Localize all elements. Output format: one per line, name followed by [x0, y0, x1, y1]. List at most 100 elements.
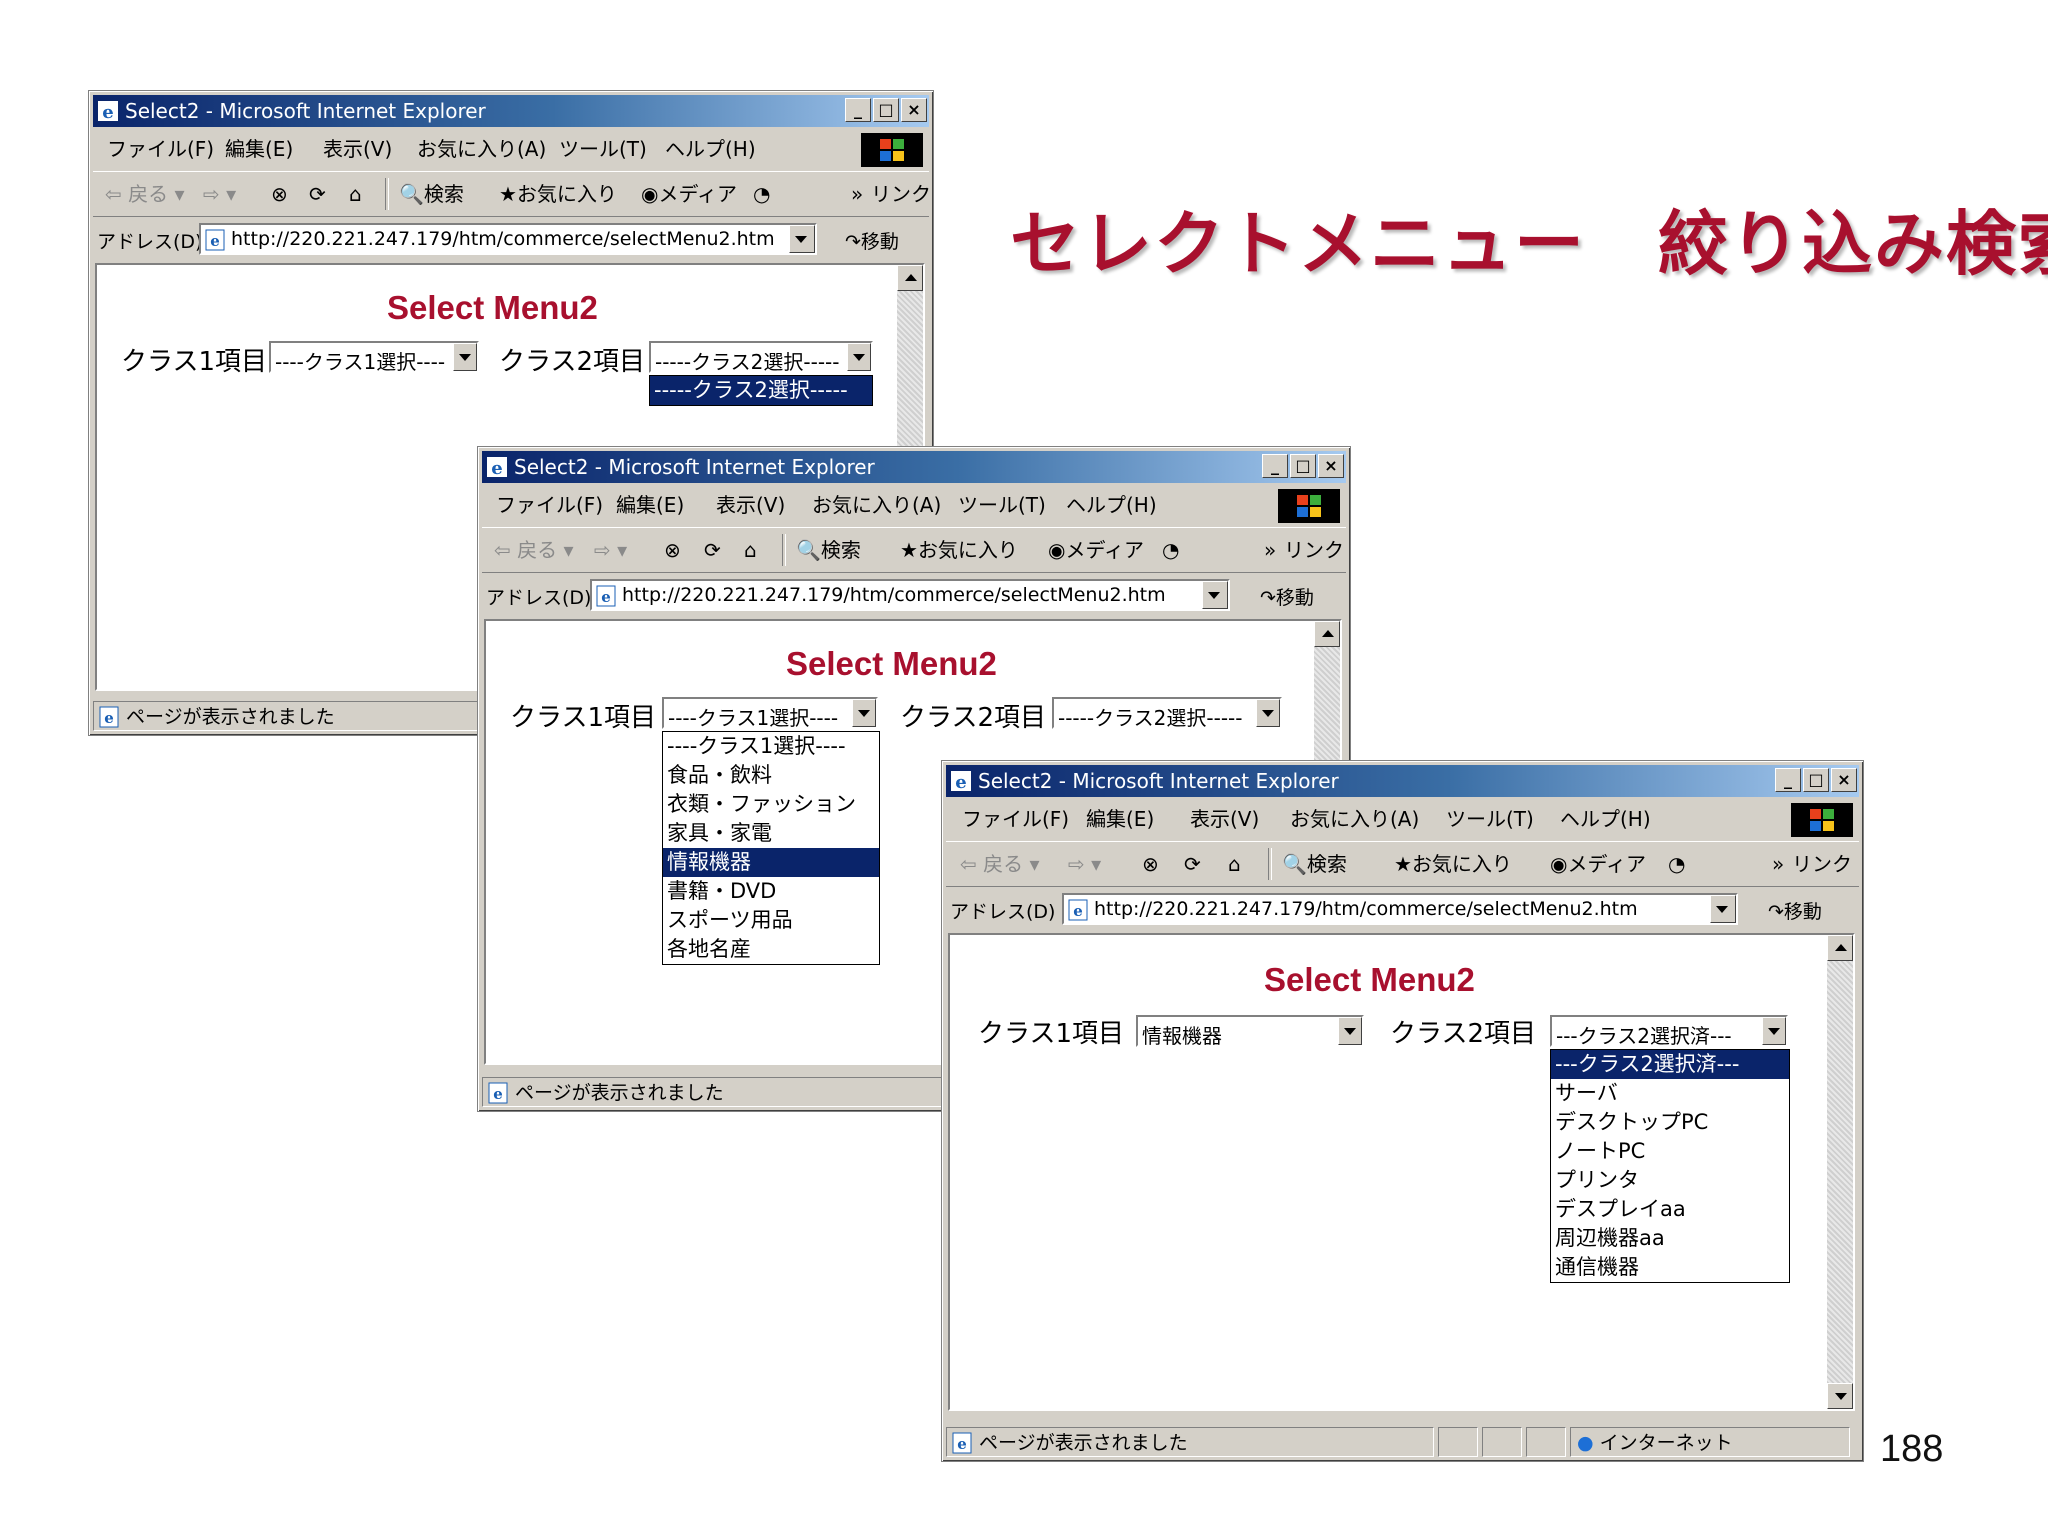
- menu-file[interactable]: ファイル(F): [496, 487, 603, 523]
- address-dropdown-button[interactable]: [1202, 581, 1228, 609]
- menu-help[interactable]: ヘルプ(H): [665, 131, 756, 167]
- links-chevron[interactable]: »: [851, 180, 863, 208]
- menu-tools[interactable]: ツール(T): [1446, 801, 1534, 837]
- dropdown-option[interactable]: 衣類・ファッション: [663, 790, 879, 819]
- minimize-button[interactable]: _: [1262, 454, 1288, 478]
- chevron-down-icon[interactable]: [1338, 1017, 1362, 1045]
- address-input[interactable]: e http://220.221.247.179/htm/commerce/se…: [199, 223, 817, 255]
- refresh-icon[interactable]: ⟳: [704, 536, 721, 564]
- menu-edit[interactable]: 編集(E): [225, 131, 293, 167]
- menu-tools[interactable]: ツール(T): [559, 131, 647, 167]
- back-button[interactable]: ⇦ 戻る ▾: [105, 180, 185, 208]
- dropdown-option[interactable]: サーバ: [1551, 1079, 1789, 1108]
- media-button[interactable]: ◉メディア: [641, 180, 737, 208]
- links-button[interactable]: リンク: [871, 180, 931, 208]
- back-button[interactable]: ⇦ 戻る ▾: [494, 536, 574, 564]
- home-icon[interactable]: ⌂: [744, 536, 757, 564]
- menu-file[interactable]: ファイル(F): [107, 131, 214, 167]
- dropdown-option[interactable]: プリンタ: [1551, 1166, 1789, 1195]
- vertical-scrollbar[interactable]: [1827, 935, 1853, 1409]
- links-button[interactable]: リンク: [1284, 536, 1344, 564]
- scroll-up-button[interactable]: [1314, 621, 1340, 647]
- search-button[interactable]: 🔍検索: [1282, 850, 1347, 878]
- forward-button[interactable]: ⇨ ▾: [1068, 850, 1101, 878]
- scroll-down-button[interactable]: [1827, 1383, 1853, 1409]
- scroll-up-button[interactable]: [1827, 935, 1853, 961]
- chevron-down-icon[interactable]: [1256, 699, 1280, 727]
- go-button[interactable]: ↷移動: [1260, 583, 1314, 610]
- stop-icon[interactable]: ⊗: [664, 536, 681, 564]
- menu-view[interactable]: 表示(V): [323, 131, 392, 167]
- title-bar[interactable]: e Select2 - Microsoft Internet Explorer …: [946, 765, 1859, 797]
- dropdown-option[interactable]: 食品・飲料: [663, 761, 879, 790]
- stop-icon[interactable]: ⊗: [1142, 850, 1159, 878]
- forward-button[interactable]: ⇨ ▾: [594, 536, 627, 564]
- media-button[interactable]: ◉メディア: [1048, 536, 1144, 564]
- home-icon[interactable]: ⌂: [1228, 850, 1241, 878]
- menu-edit[interactable]: 編集(E): [1086, 801, 1154, 837]
- dropdown-option[interactable]: 書籍・DVD: [663, 877, 879, 906]
- chevron-down-icon[interactable]: [1762, 1017, 1786, 1045]
- stop-icon[interactable]: ⊗: [271, 180, 288, 208]
- address-dropdown-button[interactable]: [789, 225, 815, 253]
- dropdown-option-highlighted[interactable]: 情報機器: [663, 848, 879, 877]
- go-button[interactable]: ↷移動: [1768, 897, 1822, 924]
- title-bar[interactable]: e Select2 - Microsoft Internet Explorer …: [482, 451, 1346, 483]
- class1-select[interactable]: ----クラス1選択----: [662, 697, 878, 730]
- go-button[interactable]: ↷移動: [845, 227, 899, 254]
- dropdown-option[interactable]: スポーツ用品: [663, 906, 879, 935]
- dropdown-option[interactable]: ノートPC: [1551, 1137, 1789, 1166]
- menu-tools[interactable]: ツール(T): [958, 487, 1046, 523]
- class1-select[interactable]: 情報機器: [1136, 1015, 1364, 1048]
- maximize-button[interactable]: □: [1290, 454, 1316, 478]
- close-button[interactable]: ×: [901, 98, 927, 122]
- scroll-up-button[interactable]: [897, 265, 923, 291]
- links-button[interactable]: リンク: [1792, 850, 1852, 878]
- back-button[interactable]: ⇦ 戻る ▾: [960, 850, 1040, 878]
- menu-help[interactable]: ヘルプ(H): [1066, 487, 1157, 523]
- forward-button[interactable]: ⇨ ▾: [203, 180, 236, 208]
- menu-edit[interactable]: 編集(E): [616, 487, 684, 523]
- dropdown-option[interactable]: 通信機器: [1551, 1253, 1789, 1282]
- favorites-button[interactable]: ★お気に入り: [1394, 850, 1512, 878]
- close-button[interactable]: ×: [1831, 768, 1857, 792]
- address-input[interactable]: e http://220.221.247.179/htm/commerce/se…: [590, 579, 1230, 611]
- dropdown-option[interactable]: 周辺機器aa: [1551, 1224, 1789, 1253]
- refresh-icon[interactable]: ⟳: [309, 180, 326, 208]
- history-icon[interactable]: ◔: [1162, 536, 1179, 564]
- favorites-button[interactable]: ★お気に入り: [900, 536, 1018, 564]
- class1-select[interactable]: ----クラス1選択----: [269, 341, 479, 374]
- minimize-button[interactable]: _: [845, 98, 871, 122]
- title-bar[interactable]: e Select2 - Microsoft Internet Explorer …: [93, 95, 929, 127]
- dropdown-option-highlighted[interactable]: ---クラス2選択済---: [1551, 1050, 1789, 1079]
- menu-favorites[interactable]: お気に入り(A): [417, 131, 546, 167]
- links-chevron[interactable]: »: [1772, 850, 1784, 878]
- dropdown-option[interactable]: 各地名産: [663, 935, 879, 964]
- history-icon[interactable]: ◔: [1668, 850, 1685, 878]
- class2-select[interactable]: -----クラス2選択-----: [649, 341, 873, 374]
- menu-view[interactable]: 表示(V): [1190, 801, 1259, 837]
- dropdown-option[interactable]: 家具・家電: [663, 819, 879, 848]
- menu-view[interactable]: 表示(V): [716, 487, 785, 523]
- search-button[interactable]: 🔍検索: [796, 536, 861, 564]
- dropdown-option[interactable]: デスクトップPC: [1551, 1108, 1789, 1137]
- menu-favorites[interactable]: お気に入り(A): [812, 487, 941, 523]
- class2-select[interactable]: ---クラス2選択済---: [1550, 1015, 1788, 1048]
- history-icon[interactable]: ◔: [753, 180, 770, 208]
- search-button[interactable]: 🔍検索: [399, 180, 464, 208]
- dropdown-option[interactable]: -----クラス2選択-----: [650, 376, 872, 405]
- chevron-down-icon[interactable]: [453, 343, 477, 371]
- dropdown-option[interactable]: ----クラス1選択----: [663, 732, 879, 761]
- home-icon[interactable]: ⌂: [349, 180, 362, 208]
- dropdown-option[interactable]: デスプレイaa: [1551, 1195, 1789, 1224]
- media-button[interactable]: ◉メディア: [1550, 850, 1646, 878]
- minimize-button[interactable]: _: [1775, 768, 1801, 792]
- address-input[interactable]: e http://220.221.247.179/htm/commerce/se…: [1062, 893, 1738, 925]
- maximize-button[interactable]: □: [1803, 768, 1829, 792]
- chevron-down-icon[interactable]: [847, 343, 871, 371]
- chevron-down-icon[interactable]: [852, 699, 876, 727]
- menu-help[interactable]: ヘルプ(H): [1560, 801, 1651, 837]
- address-dropdown-button[interactable]: [1710, 895, 1736, 923]
- favorites-button[interactable]: ★お気に入り: [499, 180, 617, 208]
- class2-select[interactable]: -----クラス2選択-----: [1052, 697, 1282, 730]
